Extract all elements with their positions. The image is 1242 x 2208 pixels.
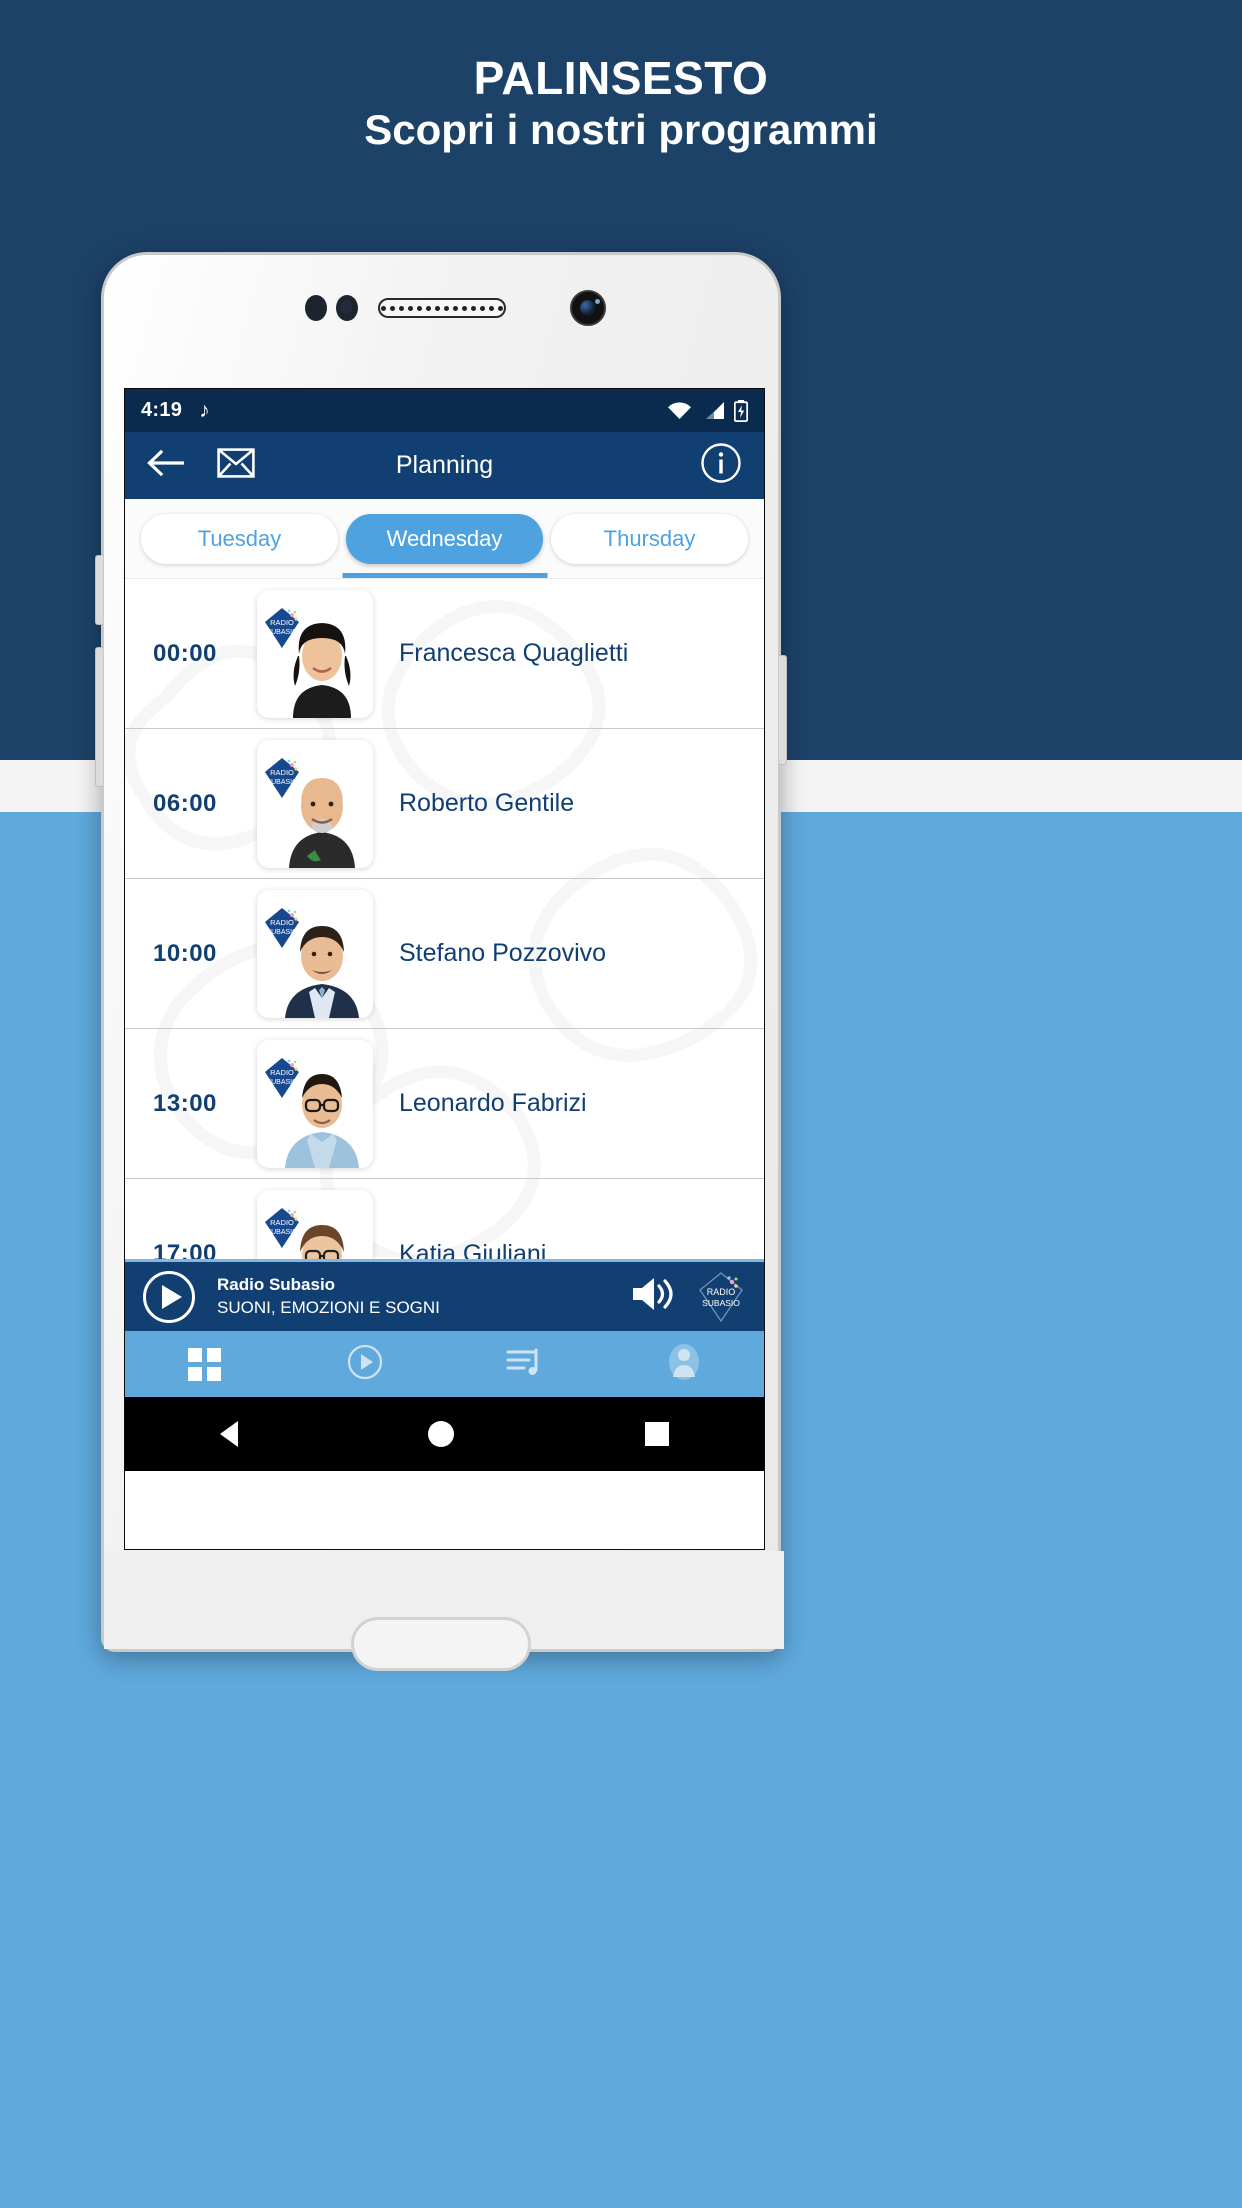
host-thumbnail[interactable]: RADIO SUBASIO	[257, 589, 373, 718]
table-row[interactable]: 10:00 RADIO SUBASIO Stefano Pozzovivo	[125, 879, 764, 1029]
tab-wednesday[interactable]: Wednesday	[346, 513, 543, 564]
host-thumbnail[interactable]: RADIO SUBASIO	[257, 889, 373, 1018]
svg-text:RADIO: RADIO	[270, 768, 294, 777]
day-tabs: Tuesday Wednesday Thursday	[125, 499, 764, 579]
android-navigation-bar	[125, 1397, 764, 1471]
svg-text:RADIO: RADIO	[270, 1218, 294, 1227]
table-row[interactable]: 00:00 RADIO SUBASIO Francesca Quaglietti	[125, 579, 764, 729]
svg-text:RADIO: RADIO	[707, 1287, 736, 1297]
nav-item-home[interactable]	[125, 1347, 285, 1381]
phone-home-button	[351, 1617, 531, 1671]
grid-icon	[188, 1347, 222, 1381]
svg-text:SUBASIO: SUBASIO	[266, 1229, 298, 1236]
row-host-name: Katia Giuliani	[399, 1239, 547, 1260]
nav-home-icon[interactable]	[428, 1421, 455, 1447]
nav-item-playlist[interactable]	[445, 1345, 605, 1384]
svg-text:RADIO: RADIO	[270, 1068, 294, 1077]
player-controls: RADIO SUBASIO	[630, 1271, 746, 1323]
svg-text:SUBASIO: SUBASIO	[266, 1079, 298, 1086]
proximity-sensor-icon	[305, 295, 327, 321]
phone-volume-down-button	[95, 647, 103, 787]
row-time: 06:00	[153, 789, 217, 817]
phone-power-button	[779, 655, 787, 765]
svg-text:RADIO: RADIO	[270, 918, 294, 927]
bottom-navigation	[125, 1331, 764, 1397]
play-button[interactable]	[143, 1270, 195, 1323]
nav-back-icon[interactable]	[220, 1421, 239, 1447]
promo-title: PALINSESTO	[473, 52, 769, 104]
schedule-list[interactable]: 00:00 RADIO SUBASIO Francesca Quaglietti…	[125, 579, 764, 1259]
player-info: Radio Subasio SUONI, EMOZIONI E SOGNI	[217, 1274, 440, 1320]
radio-subasio-badge-icon: RADIO SUBASIO	[265, 1057, 299, 1098]
tab-tuesday[interactable]: Tuesday	[141, 513, 338, 564]
phone-screen: 4:19 ♪ Planning Tuesday Wednesday Thursd…	[124, 388, 765, 1550]
svg-text:SUBASIO: SUBASIO	[702, 1298, 740, 1308]
row-time: 17:00	[153, 1240, 217, 1259]
table-row[interactable]: 06:00 RADIO SUBASIO Roberto Gentile	[125, 729, 764, 879]
phone-mockup: 4:19 ♪ Planning Tuesday Wednesday Thursd…	[95, 252, 787, 1671]
play-circle-icon	[346, 1343, 384, 1386]
earpiece-speaker	[378, 298, 506, 318]
radio-subasio-badge-icon: RADIO SUBASIO	[265, 1208, 299, 1248]
svg-text:RADIO: RADIO	[270, 618, 294, 627]
volume-icon[interactable]	[630, 1275, 676, 1318]
row-time: 13:00	[153, 1089, 217, 1117]
back-arrow-icon[interactable]	[147, 449, 187, 482]
player-station-name: Radio Subasio	[217, 1274, 336, 1294]
row-host-name: Leonardo Fabrizi	[399, 1089, 587, 1117]
status-time: 4:19	[141, 399, 183, 421]
svg-text:SUBASIO: SUBASIO	[266, 779, 298, 786]
nav-recents-icon[interactable]	[644, 1422, 669, 1446]
phone-volume-up-button	[95, 555, 103, 625]
info-circle-icon[interactable]	[700, 442, 742, 489]
host-thumbnail[interactable]: RADIO SUBASIO	[257, 1039, 373, 1168]
svg-text:SUBASIO: SUBASIO	[266, 629, 298, 636]
status-icons	[667, 399, 748, 422]
table-row[interactable]: 17:00 RADIO SUBASIO Katia Giuliani	[125, 1179, 764, 1259]
front-camera-icon	[570, 290, 606, 326]
app-bar: Planning	[125, 432, 764, 499]
host-thumbnail[interactable]: RADIO SUBASIO	[257, 1190, 373, 1259]
radio-subasio-badge-icon: RADIO SUBASIO	[265, 757, 299, 798]
music-note-icon: ♪	[199, 398, 210, 422]
tab-thursday[interactable]: Thursday	[551, 513, 748, 564]
radio-subasio-badge-icon: RADIO SUBASIO	[265, 907, 299, 948]
active-tab-indicator	[342, 573, 547, 578]
battery-charging-icon	[734, 399, 748, 422]
playlist-icon	[505, 1345, 543, 1384]
row-time: 10:00	[153, 939, 217, 967]
promo-subtitle: Scopri i nostri programmi	[364, 106, 878, 153]
status-bar: 4:19 ♪	[125, 389, 764, 432]
nav-item-live[interactable]	[285, 1343, 445, 1386]
svg-text:SUBASIO: SUBASIO	[266, 929, 298, 936]
row-time: 00:00	[153, 639, 217, 667]
front-sensor-icon	[336, 295, 358, 321]
profile-icon	[666, 1343, 702, 1386]
envelope-icon[interactable]	[217, 448, 255, 483]
mini-player: Radio Subasio SUONI, EMOZIONI E SOGNI RA…	[125, 1259, 764, 1331]
row-host-name: Francesca Quaglietti	[399, 639, 629, 667]
row-host-name: Roberto Gentile	[399, 789, 575, 817]
wifi-icon	[667, 401, 692, 420]
host-thumbnail[interactable]: RADIO SUBASIO	[257, 739, 373, 868]
player-tagline: SUONI, EMOZIONI E SOGNI	[217, 1297, 440, 1317]
table-row[interactable]: 13:00 RADIO SUBASIO Leonardo Fabrizi	[125, 1029, 764, 1179]
radio-subasio-logo-icon: RADIO SUBASIO	[696, 1271, 746, 1323]
signal-icon	[701, 401, 725, 420]
row-host-name: Stefano Pozzovivo	[399, 939, 607, 967]
radio-subasio-badge-icon: RADIO SUBASIO	[265, 607, 299, 648]
nav-item-profile[interactable]	[604, 1343, 764, 1386]
